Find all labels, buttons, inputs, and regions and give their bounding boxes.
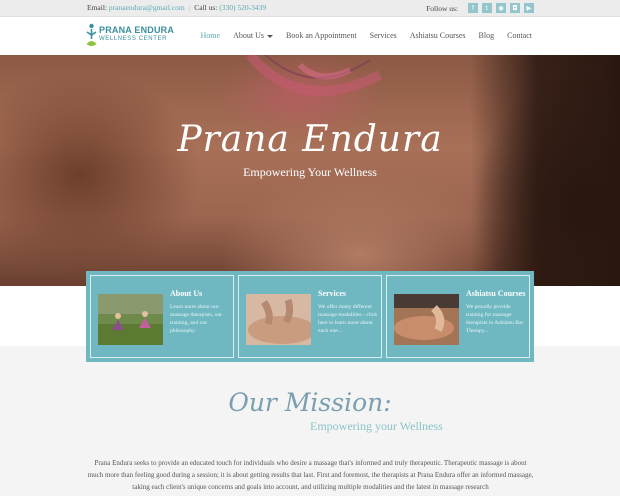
site-header: PRANA ENDURA WELLNESS CENTER Home About …: [0, 17, 620, 55]
mission-subtitle: Empowering your Wellness: [310, 419, 443, 433]
nav-about-us[interactable]: About Us: [233, 31, 273, 40]
nav-services[interactable]: Services: [370, 31, 397, 40]
card-image-massage: [246, 294, 311, 345]
card-image-yoga: [98, 294, 163, 345]
follow-label: Follow us:: [426, 3, 458, 13]
hero-banner: Prana Endura Empowering Your Wellness: [0, 55, 620, 286]
main-nav: Home About Us Book an Appointment Servic…: [190, 31, 532, 40]
nav-home[interactable]: Home: [201, 31, 221, 40]
mission-title: Our Mission:: [228, 388, 392, 417]
card-services[interactable]: Services We offer many different massage…: [238, 275, 382, 358]
card-title: About Us: [170, 289, 203, 298]
social-links: Follow us: f t ◉ ◘ ▶: [426, 3, 534, 14]
feature-cards: About Us Learn more about our massage th…: [86, 271, 534, 362]
facebook-icon[interactable]: f: [468, 3, 478, 14]
hero-subtitle: Empowering Your Wellness: [243, 165, 377, 179]
contact-info: Email: pranaendura@gmail.com | Call us: (3…: [87, 3, 266, 12]
chevron-down-icon: [266, 34, 273, 38]
nav-blog[interactable]: Blog: [479, 31, 495, 40]
lotus-person-icon: [86, 23, 97, 46]
card-about-us[interactable]: About Us Learn more about our massage th…: [90, 275, 234, 358]
nav-ashiatsu-courses[interactable]: Ashiatsu Courses: [410, 31, 466, 40]
instagram-icon[interactable]: ◘: [510, 3, 520, 14]
card-title: Ashiatsu Courses: [466, 289, 526, 298]
nav-book-appointment[interactable]: Book an Appointment: [286, 31, 357, 40]
card-text: We offer many different massage modaliti…: [318, 304, 378, 334]
email-link[interactable]: pranaendura@gmail.com: [109, 3, 185, 12]
hero-title: Prana Endura: [177, 119, 443, 160]
phone-link[interactable]: (330) 520-3439: [219, 3, 266, 12]
logo-name: PRANA ENDURA: [99, 25, 175, 35]
twitter-icon[interactable]: t: [482, 3, 492, 14]
rss-icon[interactable]: ◉: [496, 3, 506, 14]
tattoo-image: [246, 55, 383, 96]
card-ashiatsu-courses[interactable]: Ashiatsu Courses We proudly provide trai…: [386, 275, 530, 358]
call-label: Call us:: [194, 3, 218, 12]
mission-text: Prana Endura seeks to provide an educate…: [87, 459, 534, 491]
logo-tagline: WELLNESS CENTER: [99, 36, 168, 42]
card-title: Services: [318, 289, 346, 298]
divider: |: [188, 3, 191, 12]
nav-about-us-label: About Us: [233, 31, 264, 40]
youtube-icon[interactable]: ▶: [524, 3, 534, 14]
nav-contact[interactable]: Contact: [507, 31, 532, 40]
top-bar: Email: pranaendura@gmail.com | Call us: (3…: [0, 0, 620, 17]
email-label: Email:: [87, 3, 107, 12]
card-text: Learn more about our massage therapists,…: [170, 304, 223, 334]
card-text: We proudly provide training for massage …: [466, 304, 524, 334]
card-image-ashiatsu: [394, 294, 459, 345]
